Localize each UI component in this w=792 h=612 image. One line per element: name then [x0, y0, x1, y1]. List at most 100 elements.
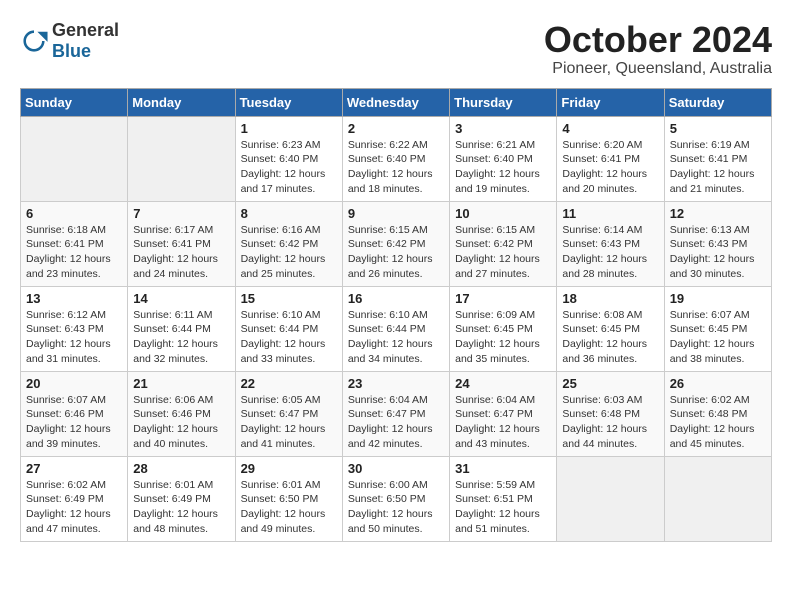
sunset-text: Sunset: 6:45 PM: [670, 322, 766, 337]
calendar-week-row: 13Sunrise: 6:12 AMSunset: 6:43 PMDayligh…: [21, 286, 772, 371]
daylight-text: Daylight: 12 hours and 23 minutes.: [26, 252, 122, 281]
day-detail: Sunrise: 6:02 AMSunset: 6:49 PMDaylight:…: [26, 478, 122, 537]
daylight-text: Daylight: 12 hours and 49 minutes.: [241, 507, 337, 536]
sunset-text: Sunset: 6:44 PM: [133, 322, 229, 337]
month-title: October 2024: [544, 20, 772, 60]
sunrise-text: Sunrise: 5:59 AM: [455, 478, 551, 493]
day-number: 19: [670, 291, 766, 306]
header-thursday: Thursday: [450, 88, 557, 116]
daylight-text: Daylight: 12 hours and 28 minutes.: [562, 252, 658, 281]
sunset-text: Sunset: 6:46 PM: [26, 407, 122, 422]
daylight-text: Daylight: 12 hours and 38 minutes.: [670, 337, 766, 366]
calendar-cell: 1 Sunrise: 6:23 AMSunset: 6:40 PMDaylight…: [235, 116, 342, 201]
sunset-text: Sunset: 6:43 PM: [670, 237, 766, 252]
sunset-text: Sunset: 6:42 PM: [455, 237, 551, 252]
calendar-cell: [128, 116, 235, 201]
sunrise-text: Sunrise: 6:15 AM: [348, 223, 444, 238]
calendar-table: SundayMondayTuesdayWednesdayThursdayFrid…: [20, 88, 772, 542]
day-number: 12: [670, 206, 766, 221]
calendar-week-row: 6Sunrise: 6:18 AMSunset: 6:41 PMDaylight…: [21, 201, 772, 286]
calendar-cell: 25 Sunrise: 6:03 AMSunset: 6:48 PMDayligh…: [557, 371, 664, 456]
day-number: 14: [133, 291, 229, 306]
day-number: 29: [241, 461, 337, 476]
logo: General Blue: [20, 20, 119, 62]
daylight-text: Daylight: 12 hours and 36 minutes.: [562, 337, 658, 366]
day-detail: Sunrise: 6:18 AMSunset: 6:41 PMDaylight:…: [26, 223, 122, 282]
calendar-cell: 17Sunrise: 6:09 AMSunset: 6:45 PMDayligh…: [450, 286, 557, 371]
day-detail: Sunrise: 6:07 AMSunset: 6:46 PMDaylight:…: [26, 393, 122, 452]
calendar-cell: 15Sunrise: 6:10 AMSunset: 6:44 PMDayligh…: [235, 286, 342, 371]
day-number: 1: [241, 121, 337, 136]
daylight-text: Daylight: 12 hours and 44 minutes.: [562, 422, 658, 451]
day-number: 13: [26, 291, 122, 306]
day-detail: Sunrise: 6:22 AMSunset: 6:40 PMDaylight:…: [348, 138, 444, 197]
sunset-text: Sunset: 6:47 PM: [241, 407, 337, 422]
calendar-cell: 28Sunrise: 6:01 AMSunset: 6:49 PMDayligh…: [128, 456, 235, 541]
day-detail: Sunrise: 6:14 AMSunset: 6:43 PMDaylight:…: [562, 223, 658, 282]
calendar-cell: 24Sunrise: 6:04 AMSunset: 6:47 PMDayligh…: [450, 371, 557, 456]
title-area: October 2024 Pioneer, Queensland, Austra…: [544, 20, 772, 78]
day-detail: Sunrise: 6:11 AMSunset: 6:44 PMDaylight:…: [133, 308, 229, 367]
sunrise-text: Sunrise: 6:07 AM: [26, 393, 122, 408]
sunset-text: Sunset: 6:47 PM: [455, 407, 551, 422]
calendar-cell: 4Sunrise: 6:20 AMSunset: 6:41 PMDaylight…: [557, 116, 664, 201]
day-detail: Sunrise: 6:19 AMSunset: 6:41 PMDaylight:…: [670, 138, 766, 197]
sunrise-text: Sunrise: 6:09 AM: [455, 308, 551, 323]
sunrise-text: Sunrise: 6:18 AM: [26, 223, 122, 238]
day-number: 7: [133, 206, 229, 221]
sunset-text: Sunset: 6:49 PM: [133, 492, 229, 507]
header-wednesday: Wednesday: [342, 88, 449, 116]
daylight-text: Daylight: 12 hours and 50 minutes.: [348, 507, 444, 536]
day-detail: Sunrise: 6:01 AMSunset: 6:50 PMDaylight:…: [241, 478, 337, 537]
daylight-text: Daylight: 12 hours and 48 minutes.: [133, 507, 229, 536]
day-detail: Sunrise: 6:00 AMSunset: 6:50 PMDaylight:…: [348, 478, 444, 537]
daylight-text: Daylight: 12 hours and 40 minutes.: [133, 422, 229, 451]
day-detail: Sunrise: 6:02 AMSunset: 6:48 PMDaylight:…: [670, 393, 766, 452]
location-title: Pioneer, Queensland, Australia: [544, 60, 772, 78]
sunrise-text: Sunrise: 6:07 AM: [670, 308, 766, 323]
sunset-text: Sunset: 6:48 PM: [562, 407, 658, 422]
day-number: 27: [26, 461, 122, 476]
daylight-text: Daylight: 12 hours and 30 minutes.: [670, 252, 766, 281]
day-detail: Sunrise: 6:21 AMSunset: 6:40 PMDaylight:…: [455, 138, 551, 197]
calendar-cell: 30Sunrise: 6:00 AMSunset: 6:50 PMDayligh…: [342, 456, 449, 541]
day-number: 25: [562, 376, 658, 391]
daylight-text: Daylight: 12 hours and 18 minutes.: [348, 167, 444, 196]
day-detail: Sunrise: 6:07 AMSunset: 6:45 PMDaylight:…: [670, 308, 766, 367]
sunrise-text: Sunrise: 6:10 AM: [348, 308, 444, 323]
sunrise-text: Sunrise: 6:03 AM: [562, 393, 658, 408]
daylight-text: Daylight: 12 hours and 43 minutes.: [455, 422, 551, 451]
calendar-cell: 10Sunrise: 6:15 AMSunset: 6:42 PMDayligh…: [450, 201, 557, 286]
sunset-text: Sunset: 6:46 PM: [133, 407, 229, 422]
calendar-cell: 26 Sunrise: 6:02 AMSunset: 6:48 PMDayligh…: [664, 371, 771, 456]
day-detail: Sunrise: 6:17 AMSunset: 6:41 PMDaylight:…: [133, 223, 229, 282]
daylight-text: Daylight: 12 hours and 20 minutes.: [562, 167, 658, 196]
sunset-text: Sunset: 6:40 PM: [241, 152, 337, 167]
day-detail: Sunrise: 6:09 AMSunset: 6:45 PMDaylight:…: [455, 308, 551, 367]
day-detail: Sunrise: 6:20 AMSunset: 6:41 PMDaylight:…: [562, 138, 658, 197]
header-monday: Monday: [128, 88, 235, 116]
logo-icon: [20, 30, 48, 52]
calendar-cell: 14 Sunrise: 6:11 AMSunset: 6:44 PMDayligh…: [128, 286, 235, 371]
sunrise-text: Sunrise: 6:04 AM: [348, 393, 444, 408]
calendar-cell: 5Sunrise: 6:19 AMSunset: 6:41 PMDaylight…: [664, 116, 771, 201]
daylight-text: Daylight: 12 hours and 51 minutes.: [455, 507, 551, 536]
logo-general: General: [52, 20, 119, 40]
day-number: 26: [670, 376, 766, 391]
calendar-cell: [664, 456, 771, 541]
sunrise-text: Sunrise: 6:00 AM: [348, 478, 444, 493]
daylight-text: Daylight: 12 hours and 33 minutes.: [241, 337, 337, 366]
day-detail: Sunrise: 6:23 AMSunset: 6:40 PMDaylight:…: [241, 138, 337, 197]
daylight-text: Daylight: 12 hours and 27 minutes.: [455, 252, 551, 281]
sunrise-text: Sunrise: 6:21 AM: [455, 138, 551, 153]
calendar-cell: 13Sunrise: 6:12 AMSunset: 6:43 PMDayligh…: [21, 286, 128, 371]
page-header: General Blue October 2024 Pioneer, Queen…: [20, 20, 772, 78]
day-detail: Sunrise: 6:16 AMSunset: 6:42 PMDaylight:…: [241, 223, 337, 282]
sunrise-text: Sunrise: 6:13 AM: [670, 223, 766, 238]
calendar-cell: 6Sunrise: 6:18 AMSunset: 6:41 PMDaylight…: [21, 201, 128, 286]
day-number: 3: [455, 121, 551, 136]
sunset-text: Sunset: 6:48 PM: [670, 407, 766, 422]
day-detail: Sunrise: 6:03 AMSunset: 6:48 PMDaylight:…: [562, 393, 658, 452]
daylight-text: Daylight: 12 hours and 25 minutes.: [241, 252, 337, 281]
sunrise-text: Sunrise: 6:23 AM: [241, 138, 337, 153]
